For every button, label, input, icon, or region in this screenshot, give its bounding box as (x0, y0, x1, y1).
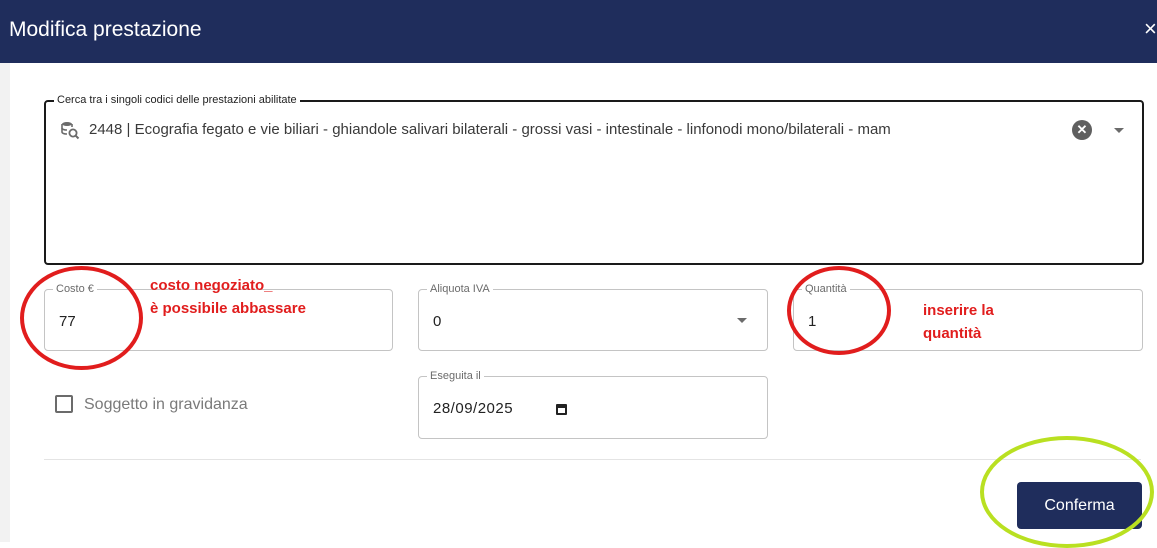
search-database-icon (61, 122, 80, 140)
vat-rate-select[interactable]: Aliquota IVA 0 (418, 283, 768, 351)
service-search-value[interactable]: 2448 | Ecografia fegato e vie biliari - … (89, 121, 1057, 138)
execution-date-value[interactable]: 28/09/2025 (433, 400, 513, 417)
service-search-field[interactable]: Cerca tra i singoli codici delle prestaz… (44, 94, 1144, 265)
dialog-title: Modifica prestazione (9, 18, 202, 41)
confirm-annotation-circle (980, 436, 1154, 548)
cost-note-line1: costo negoziato_ (150, 277, 273, 294)
chevron-down-icon[interactable] (737, 318, 747, 323)
cost-note-line2: è possibile abbassare (150, 300, 306, 317)
calendar-icon[interactable] (556, 404, 567, 415)
pregnancy-label: Soggetto in gravidanza (84, 396, 248, 413)
service-search-label: Cerca tra i singoli codici delle prestaz… (54, 94, 300, 106)
dialog-header: Modifica prestazione × (0, 0, 1157, 63)
quantity-note-line2: quantità (923, 325, 982, 342)
vat-rate-label: Aliquota IVA (427, 283, 493, 295)
clear-icon[interactable]: ✕ (1072, 120, 1092, 140)
dialog-left-edge (0, 63, 10, 542)
pregnancy-checkbox[interactable] (55, 395, 73, 413)
quantity-note-line1: inserire la (923, 302, 994, 319)
cost-annotation-circle (20, 266, 143, 370)
execution-date-label: Eseguita il (427, 370, 484, 382)
execution-date-field[interactable]: Eseguita il 28/09/2025 (418, 370, 768, 439)
chevron-down-icon[interactable] (1114, 128, 1124, 133)
footer-divider (44, 459, 1141, 460)
close-icon[interactable]: × (1144, 16, 1157, 42)
quantity-annotation-circle (787, 266, 891, 355)
vat-rate-value[interactable]: 0 (433, 313, 441, 330)
